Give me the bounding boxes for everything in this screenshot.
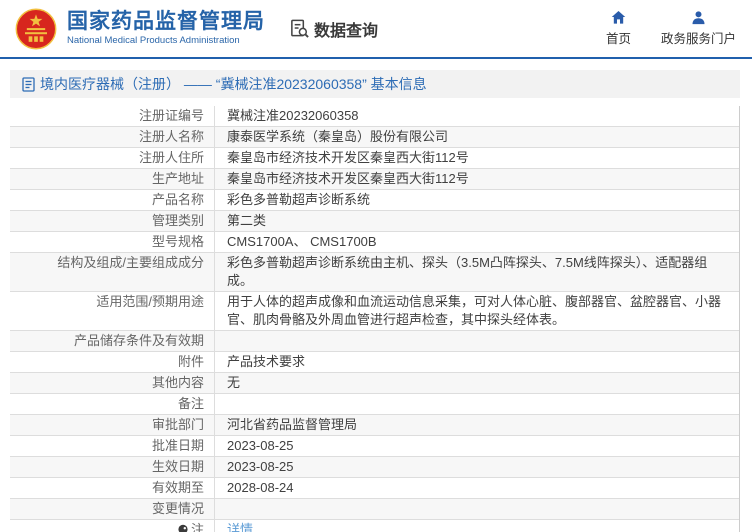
table-row: 产品名称 彩色多普勒超声诊断系统 <box>10 190 739 211</box>
note-balloon-icon <box>177 523 189 532</box>
row-label-text: 其他内容 <box>151 375 204 390</box>
row-label: 注 <box>10 520 215 532</box>
row-value: 冀械注准20232060358 <box>227 108 359 123</box>
table-row: 批准日期 2023-08-25 <box>10 436 739 457</box>
row-label-text: 注 <box>190 522 204 532</box>
row-label-text: 备注 <box>177 396 204 411</box>
breadcrumb: 境内医疗器械（注册） —— “冀械注准20232060358” 基本信息 <box>10 70 740 98</box>
row-label-text: 管理类别 <box>151 213 204 228</box>
row-label: 批准日期 <box>10 436 215 456</box>
site-title: 国家药品监督管理局 <box>67 10 265 34</box>
row-label: 变更情况 <box>10 499 215 519</box>
row-label: 备注 <box>10 394 215 414</box>
row-label: 管理类别 <box>10 211 215 231</box>
table-row: 备注 <box>10 394 739 415</box>
national-emblem-icon <box>15 8 57 49</box>
row-label-text: 变更情况 <box>151 501 204 516</box>
table-row: 生产地址 秦皇岛市经济技术开发区秦皇西大街112号 <box>10 169 739 190</box>
row-value <box>215 499 739 519</box>
table-row: 结构及组成/主要组成成分 彩色多普勒超声诊断系统由主机、探头（3.5M凸阵探头、… <box>10 253 739 292</box>
row-label-text: 附件 <box>177 354 204 369</box>
row-label: 型号规格 <box>10 232 215 252</box>
row-value: 2023-08-25 <box>227 438 294 453</box>
table-row: 附件 产品技术要求 <box>10 352 739 373</box>
table-row: 管理类别 第二类 <box>10 211 739 232</box>
row-label: 结构及组成/主要组成成分 <box>10 253 215 291</box>
header-divider <box>0 57 752 59</box>
row-value: 河北省药品监督管理局 <box>227 417 358 432</box>
site-logo[interactable]: 国家药品监督管理局 National Medical Products Admi… <box>14 7 265 51</box>
row-label: 产品储存条件及有效期 <box>10 331 215 351</box>
data-query-label: 数据查询 <box>314 22 379 40</box>
row-value: CMS1700A、 CMS1700B <box>227 234 377 249</box>
table-row: 注册人住所 秦皇岛市经济技术开发区秦皇西大街112号 <box>10 148 739 169</box>
table-row: 变更情况 <box>10 499 739 520</box>
user-icon <box>692 11 705 25</box>
row-value: 产品技术要求 <box>227 354 306 369</box>
table-row: 注 详情 <box>10 520 739 532</box>
table-row: 适用范围/预期用途 用于人体的超声成像和血流运动信息采集，可对人体心脏、腹部器官… <box>10 292 739 331</box>
data-query-button[interactable]: 数据查询 <box>289 17 378 41</box>
row-label-text: 批准日期 <box>151 438 204 453</box>
table-row: 审批部门 河北省药品监督管理局 <box>10 415 739 436</box>
row-value: 无 <box>227 375 241 390</box>
row-value: 彩色多普勒超声诊断系统由主机、探头（3.5M凸阵探头、7.5M线阵探头）、适配器… <box>227 255 708 288</box>
document-icon <box>22 76 35 92</box>
row-label: 附件 <box>10 352 215 372</box>
top-nav: 首页 政务服务门户 <box>606 10 736 47</box>
row-label: 适用范围/预期用途 <box>10 292 215 330</box>
row-value: 秦皇岛市经济技术开发区秦皇西大街112号 <box>227 171 469 186</box>
row-value: 康泰医学系统（秦皇岛）股份有限公司 <box>227 129 449 144</box>
row-label-text: 注册证编号 <box>138 108 204 123</box>
table-row: 生效日期 2023-08-25 <box>10 457 739 478</box>
details-link[interactable]: 详情 <box>227 522 253 532</box>
nav-home-label: 首页 <box>605 32 631 46</box>
row-value: 秦皇岛市经济技术开发区秦皇西大街112号 <box>227 150 469 165</box>
row-label-text: 产品储存条件及有效期 <box>73 333 204 348</box>
row-label-text: 生产地址 <box>151 171 204 186</box>
site-subtitle: National Medical Products Administration <box>67 35 240 47</box>
row-value <box>215 394 739 414</box>
info-table: 注册证编号 冀械注准20232060358 注册人名称 康泰医学系统（秦皇岛）股… <box>10 106 740 532</box>
row-value: 详情 <box>215 520 739 532</box>
row-label-text: 结构及组成/主要组成成分 <box>57 255 204 270</box>
row-label: 其他内容 <box>10 373 215 393</box>
table-row: 产品储存条件及有效期 <box>10 331 739 352</box>
row-label-text: 适用范围/预期用途 <box>96 294 204 309</box>
table-row: 其他内容 无 <box>10 373 739 394</box>
table-row: 型号规格 CMS1700A、 CMS1700B <box>10 232 739 253</box>
document-search-icon <box>291 19 309 38</box>
page-title: 境内医疗器械（注册） —— “冀械注准20232060358” 基本信息 <box>40 76 427 92</box>
row-label: 注册证编号 <box>10 106 215 126</box>
home-icon <box>611 10 626 24</box>
row-value: 2028-08-24 <box>227 480 294 495</box>
row-label: 产品名称 <box>10 190 215 210</box>
row-label: 注册人名称 <box>10 127 215 147</box>
row-value <box>215 331 739 351</box>
row-value: 彩色多普勒超声诊断系统 <box>227 192 371 207</box>
row-value: 用于人体的超声成像和血流运动信息采集，可对人体心脏、腹部器官、盆腔器官、小器官、… <box>227 294 722 327</box>
row-label: 生产地址 <box>10 169 215 189</box>
nav-home[interactable]: 首页 <box>606 10 631 47</box>
table-row: 注册人名称 康泰医学系统（秦皇岛）股份有限公司 <box>10 127 739 148</box>
row-value: 第二类 <box>227 213 267 228</box>
main-content: 境内医疗器械（注册） —— “冀械注准20232060358” 基本信息 注册证… <box>10 70 740 532</box>
table-row: 有效期至 2028-08-24 <box>10 478 739 499</box>
row-value: 2023-08-25 <box>227 459 294 474</box>
row-label-text: 型号规格 <box>151 234 204 249</box>
row-label-text: 注册人名称 <box>138 129 204 144</box>
row-label-text: 生效日期 <box>151 459 204 474</box>
row-label: 生效日期 <box>10 457 215 477</box>
table-row: 注册证编号 冀械注准20232060358 <box>10 106 739 127</box>
row-label: 审批部门 <box>10 415 215 435</box>
nav-portal-label: 政务服务门户 <box>660 32 736 46</box>
row-label-text: 有效期至 <box>151 480 204 495</box>
row-label-text: 审批部门 <box>151 417 204 432</box>
row-label: 注册人住所 <box>10 148 215 168</box>
header: 国家药品监督管理局 National Medical Products Admi… <box>0 0 752 57</box>
row-label-text: 产品名称 <box>151 192 204 207</box>
row-label: 有效期至 <box>10 478 215 498</box>
row-label-text: 注册人住所 <box>138 150 204 165</box>
nav-portal[interactable]: 政务服务门户 <box>661 10 736 47</box>
